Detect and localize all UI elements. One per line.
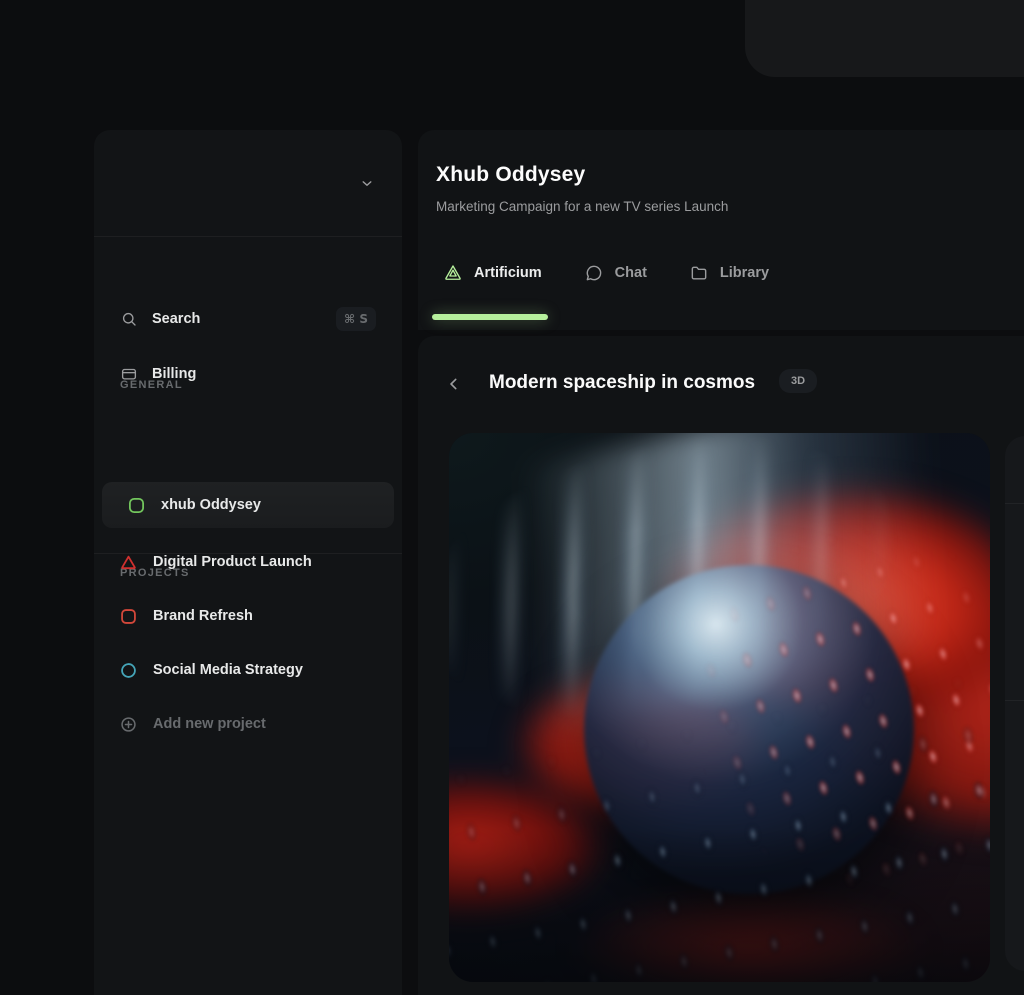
sidebar-project-brand-refresh[interactable]: Brand Refresh	[120, 604, 376, 628]
page-title: Xhub Oddysey	[436, 163, 585, 187]
project-label: xhub Oddysey	[161, 497, 261, 513]
rounded-square-icon	[128, 497, 145, 514]
sidebar-item-search[interactable]: Search ⌘ S	[120, 305, 376, 333]
tab-bar: Artificium Chat Library	[443, 263, 769, 283]
tab-label: Artificium	[474, 265, 542, 281]
project-header-panel: Xhub Oddysey Marketing Campaign for a ne…	[418, 130, 1024, 330]
sidebar-project-social-media-strategy[interactable]: Social Media Strategy	[120, 658, 376, 682]
tab-chat[interactable]: Chat	[584, 263, 647, 283]
background-card-decor	[745, 0, 1024, 77]
artwork-vignette	[449, 433, 990, 982]
sidebar-item-billing[interactable]: Billing	[120, 360, 376, 388]
active-tab-indicator	[432, 314, 548, 320]
back-chevron-icon[interactable]	[444, 374, 464, 394]
add-project-label: Add new project	[153, 716, 266, 732]
tab-library[interactable]: Library	[689, 263, 769, 283]
sidebar-item-label: Search	[152, 311, 200, 327]
chat-bubble-icon	[584, 263, 604, 283]
page-subtitle: Marketing Campaign for a new TV series L…	[436, 199, 728, 214]
rounded-square-icon	[120, 608, 137, 625]
sidebar-project-xhub-oddysey[interactable]: xhub Oddysey	[128, 493, 384, 517]
plus-circle-icon	[120, 716, 137, 733]
chevron-down-icon[interactable]	[358, 174, 376, 192]
project-label: Brand Refresh	[153, 608, 253, 624]
sidebar: GENERAL Search ⌘ S Billing PROJECTS xhub…	[94, 130, 402, 995]
folder-icon	[689, 263, 709, 283]
generated-artwork-image[interactable]	[449, 433, 990, 982]
card-divider	[1005, 503, 1024, 504]
prompt-heading: Modern spaceship in cosmos	[489, 372, 755, 394]
3d-badge: 3D	[779, 369, 817, 393]
project-label: Digital Product Launch	[153, 554, 312, 570]
sidebar-project-digital-product-launch[interactable]: Digital Product Launch	[120, 550, 376, 574]
tab-artificium[interactable]: Artificium	[443, 263, 542, 283]
sidebar-item-label: Billing	[152, 366, 196, 382]
artificium-content-panel: Modern spaceship in cosmos 3D	[418, 336, 1024, 995]
next-result-card[interactable]	[1005, 436, 1024, 971]
tab-label: Chat	[615, 265, 647, 281]
rounded-triangle-icon	[120, 554, 137, 571]
search-icon	[120, 310, 138, 328]
search-shortcut-badge: ⌘ S	[336, 307, 376, 331]
workspace-selector[interactable]	[94, 130, 402, 237]
project-label: Social Media Strategy	[153, 662, 303, 678]
add-new-project-button[interactable]: Add new project	[120, 712, 376, 736]
artificium-logo-icon	[443, 263, 463, 283]
tab-label: Library	[720, 265, 769, 281]
circle-icon	[120, 662, 137, 679]
credit-card-icon	[120, 365, 138, 383]
card-divider	[1005, 700, 1024, 701]
